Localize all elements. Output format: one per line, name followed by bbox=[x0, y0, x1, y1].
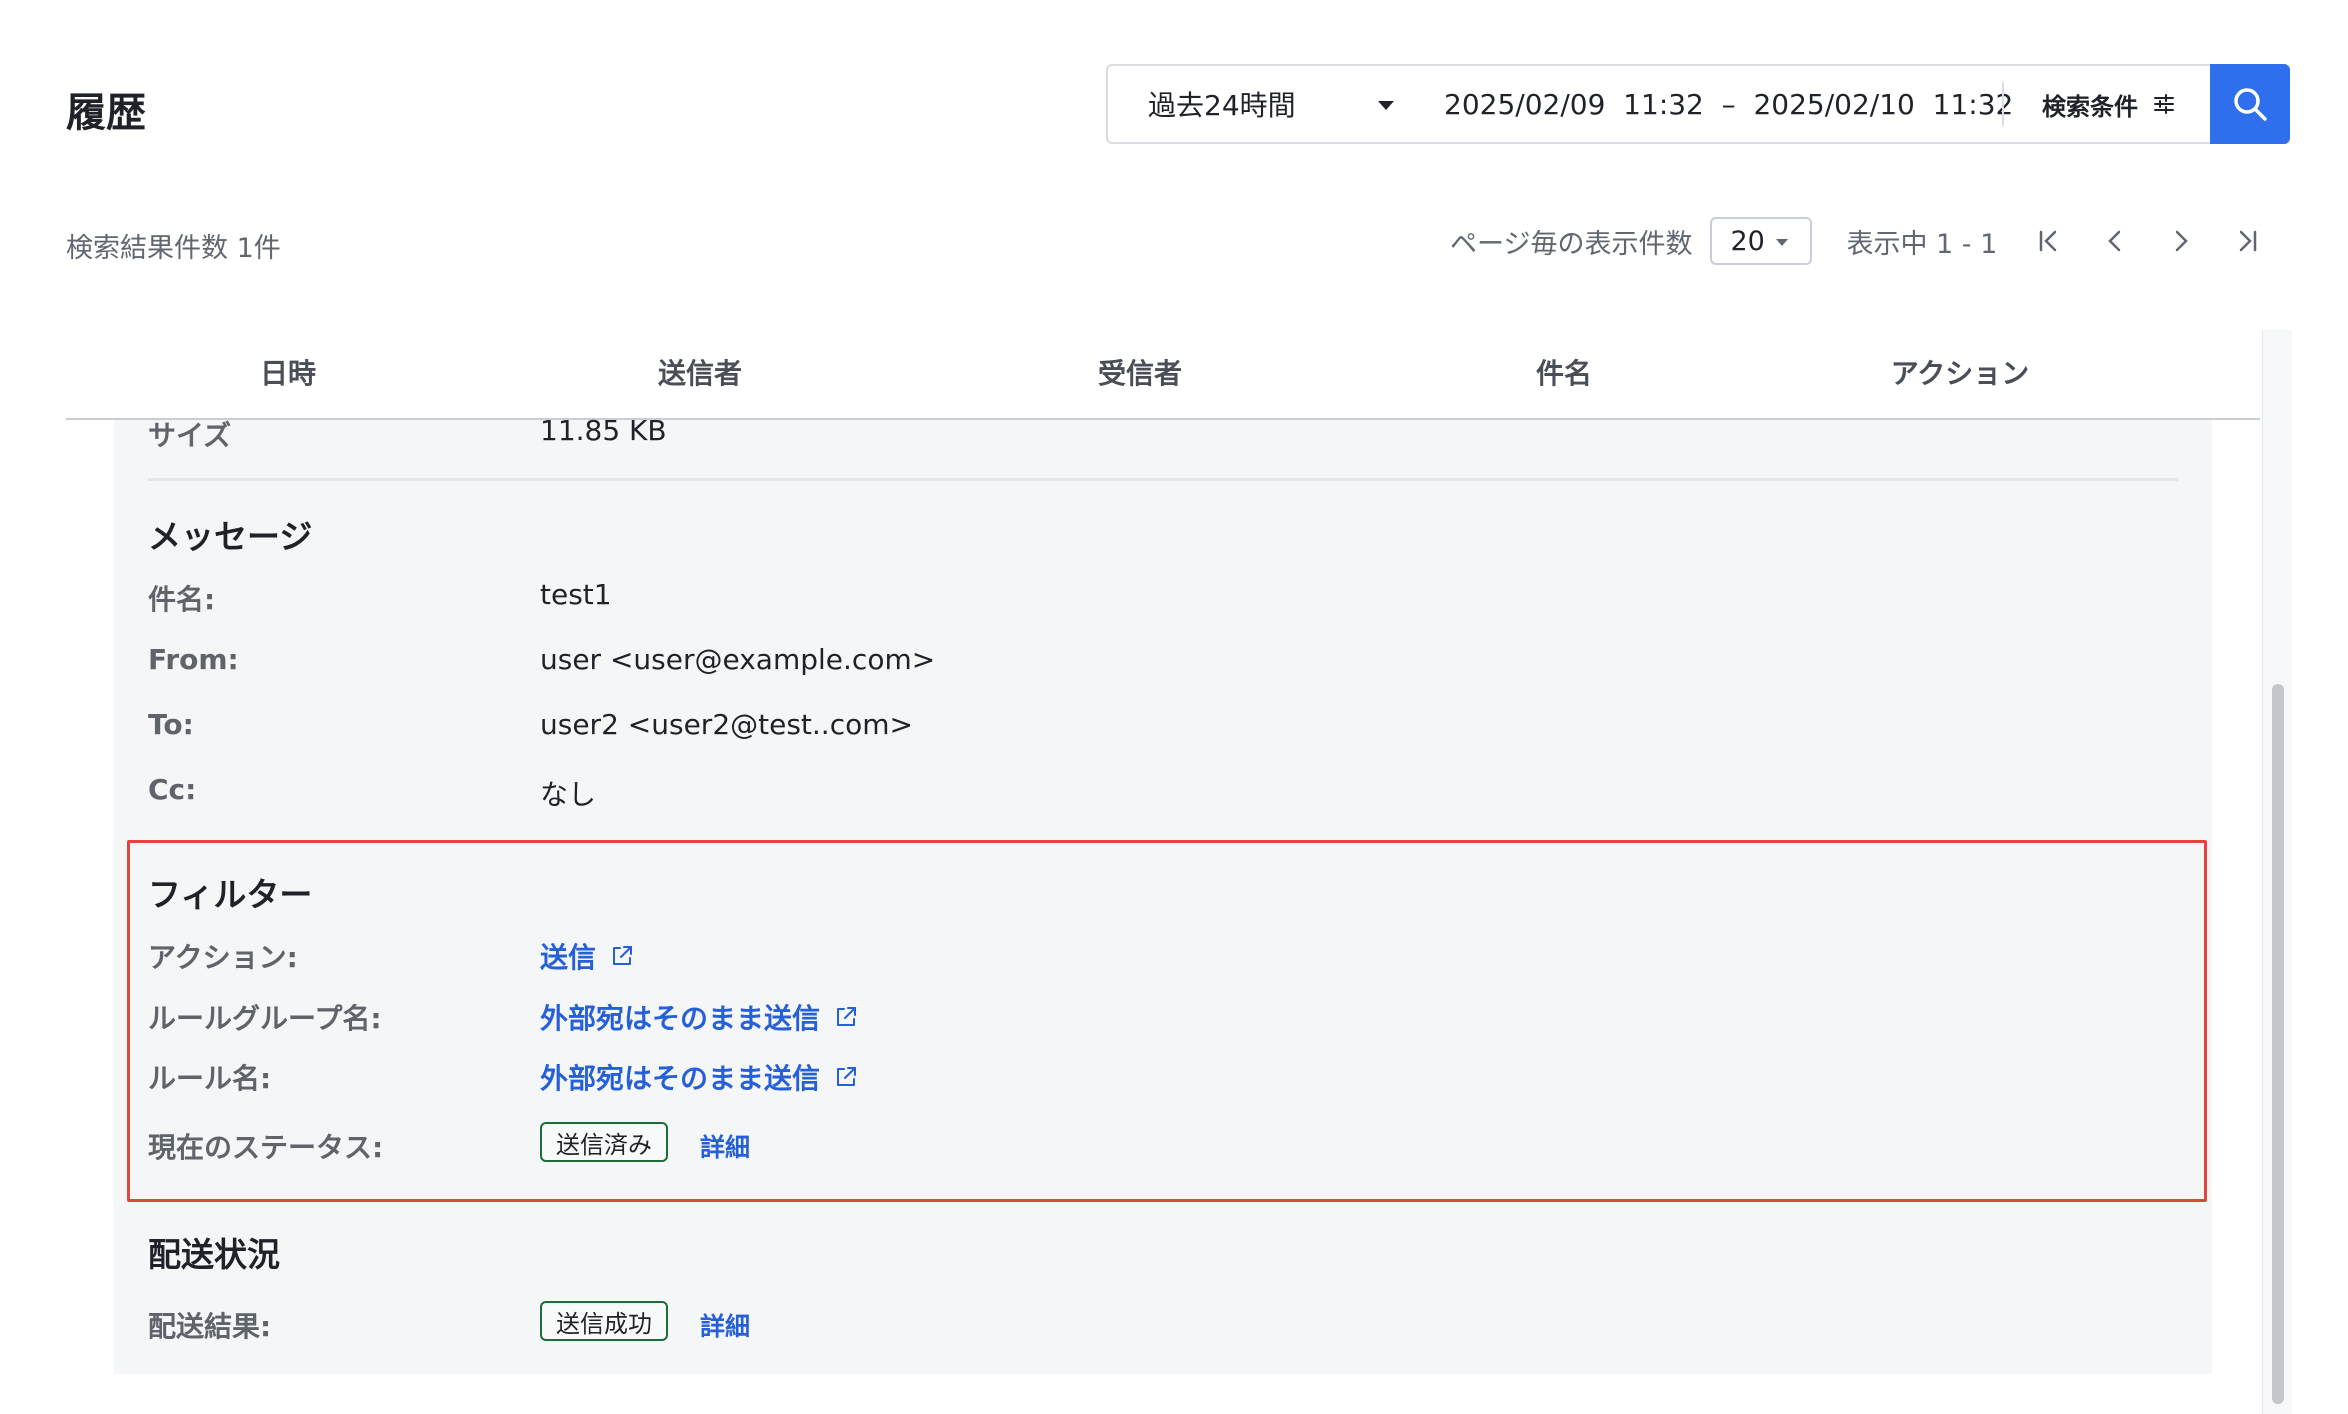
subject-label: 件名: bbox=[148, 583, 216, 616]
caret-down-icon bbox=[1776, 239, 1789, 246]
first-page-icon[interactable] bbox=[2031, 223, 2067, 259]
last-page-icon[interactable] bbox=[2229, 223, 2265, 259]
to-label: To: bbox=[148, 708, 194, 741]
delivery-detail-link[interactable]: 詳細 bbox=[700, 1307, 750, 1343]
message-section-title: メッセージ bbox=[148, 517, 313, 556]
cc-label: Cc: bbox=[148, 773, 197, 806]
search-icon bbox=[2234, 88, 2267, 121]
search-button[interactable] bbox=[2210, 64, 2290, 144]
prev-page-icon[interactable] bbox=[2097, 223, 2133, 259]
to-value: user2 <user2@test..com> bbox=[540, 708, 913, 741]
period-select-value: 過去24時間 bbox=[1148, 89, 1296, 122]
date-range-field[interactable]: 2025/02/09 11:32 – 2025/02/10 11:32 bbox=[1422, 88, 2013, 121]
delivery-section-title: 配送状況 bbox=[148, 1235, 280, 1274]
size-value: 11.85 KB bbox=[540, 414, 667, 447]
current-status-label: 現在のステータス: bbox=[148, 1131, 384, 1164]
filter-section-title: フィルター bbox=[148, 875, 313, 914]
filter-action-link[interactable]: 送信 bbox=[540, 936, 634, 976]
per-page-value: 20 bbox=[1730, 225, 1765, 257]
cc-value: なし bbox=[540, 778, 597, 811]
external-link-icon bbox=[837, 1067, 857, 1086]
showing-range: 表示中 1 - 1 bbox=[1846, 228, 1998, 260]
result-count: 検索結果件数 1件 bbox=[66, 233, 281, 264]
rule-group-link-label: 外部宛はそのまま送信 bbox=[540, 1002, 821, 1035]
column-header-recipient[interactable]: 受信者 bbox=[1098, 352, 1182, 392]
filter-action-link-label: 送信 bbox=[540, 941, 597, 974]
size-label: サイズ bbox=[148, 419, 232, 452]
page-title: 履歴 bbox=[66, 90, 146, 136]
column-header-action[interactable]: アクション bbox=[1891, 352, 2030, 392]
delivery-status-badge: 送信成功 bbox=[540, 1301, 668, 1341]
caret-down-icon bbox=[1378, 101, 1394, 110]
from-label: From: bbox=[148, 643, 239, 676]
status-badge: 送信済み bbox=[540, 1122, 668, 1162]
per-page-label: ページ毎の表示件数 bbox=[1450, 228, 1693, 260]
scrollbar-thumb[interactable] bbox=[2272, 684, 2284, 1404]
external-link-icon bbox=[613, 946, 633, 965]
filter-sliders-icon bbox=[2154, 94, 2174, 114]
search-conditions-label: 検索条件 bbox=[2042, 92, 2138, 121]
search-conditions-button[interactable]: 検索条件 bbox=[2004, 66, 2212, 142]
rule-link-label: 外部宛はそのまま送信 bbox=[540, 1062, 821, 1095]
divider bbox=[148, 478, 2178, 481]
status-detail-link[interactable]: 詳細 bbox=[700, 1128, 750, 1164]
rule-group-link[interactable]: 外部宛はそのまま送信 bbox=[540, 997, 858, 1037]
next-page-icon[interactable] bbox=[2163, 223, 2199, 259]
from-value: user <user@example.com> bbox=[540, 643, 936, 676]
vertical-scrollbar[interactable] bbox=[2262, 330, 2292, 1414]
external-link-icon bbox=[837, 1007, 857, 1026]
table-header: 日時 送信者 受信者 件名 アクション bbox=[66, 330, 2260, 420]
period-select[interactable]: 過去24時間 bbox=[1108, 66, 1422, 142]
column-header-sender[interactable]: 送信者 bbox=[658, 352, 742, 392]
column-header-datetime[interactable]: 日時 bbox=[260, 352, 316, 392]
rule-group-label: ルールグループ名: bbox=[148, 1002, 382, 1035]
rule-link[interactable]: 外部宛はそのまま送信 bbox=[540, 1057, 858, 1097]
filter-action-label: アクション: bbox=[148, 941, 298, 974]
column-header-subject[interactable]: 件名 bbox=[1536, 352, 1592, 392]
filter-highlight-box bbox=[127, 840, 2207, 1202]
rule-label: ルール名: bbox=[148, 1062, 272, 1095]
per-page-select[interactable]: 20 bbox=[1710, 217, 1813, 265]
delivery-result-label: 配送結果: bbox=[148, 1310, 272, 1343]
search-bar: 過去24時間 2025/02/09 11:32 – 2025/02/10 11:… bbox=[1106, 64, 2290, 144]
pager: ページ毎の表示件数 20 表示中 1 - 1 bbox=[1450, 216, 2265, 266]
subject-value: test1 bbox=[540, 578, 612, 611]
